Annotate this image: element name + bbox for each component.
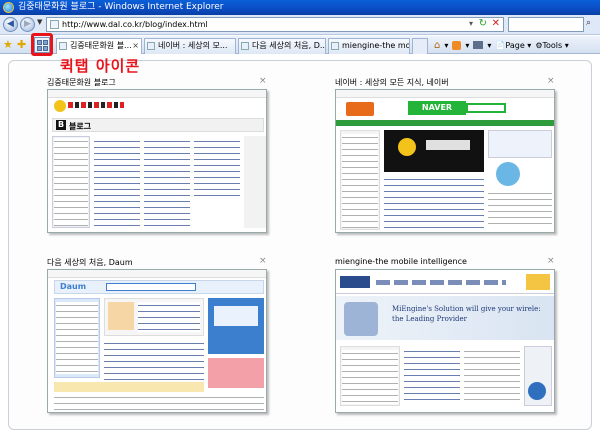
page-menu[interactable]: 📄Page ▾ (495, 41, 531, 50)
thumbnail-preview: MiEngine's Solution will give your wirel… (335, 269, 555, 413)
tab-daum[interactable]: 다음 세상의 처음, D... (238, 38, 326, 54)
add-favorite-icon[interactable]: ✚ (17, 39, 26, 50)
print-dropdown-icon[interactable]: ▾ (487, 41, 491, 50)
thumbnail-title: miengine-the mobile intelligence (335, 257, 467, 266)
thumbnail-close-icon[interactable]: × (259, 256, 267, 266)
tools-menu[interactable]: ⚙Tools ▾ (535, 41, 568, 50)
home-dropdown-icon[interactable]: ▾ (444, 41, 448, 50)
tab-page-icon (59, 42, 67, 50)
daum-logo: Daum (60, 282, 87, 291)
tab-blog[interactable]: 김중태문화원 블... × (56, 38, 142, 54)
command-bar: ⌂ ▾ ▾ ▾ 📄Page ▾ ⚙Tools ▾ (434, 38, 569, 52)
search-icon[interactable]: ⌕ (586, 18, 598, 31)
window-title: 김중태문화원 블로그 - Windows Internet Explorer (18, 2, 224, 12)
miengine-banner-text: MiEngine's Solution will give your wirel… (392, 305, 541, 323)
tab-row: ★ ✚ 김중태문화원 블... × 네이버 : 세상의 모... 다음 세상의 … (0, 36, 600, 54)
address-row: ◀ ▶ ▼ http://www.dal.co.kr/blog/index.ht… (0, 15, 600, 35)
tab-close-icon[interactable]: × (132, 39, 139, 53)
tab-page-icon (241, 42, 249, 50)
thumbnail-close-icon[interactable]: × (547, 76, 555, 86)
page-menu-label: Page (505, 40, 525, 50)
thumbnail-miengine[interactable]: miengine-the mobile intelligence × MiEng… (335, 256, 561, 417)
title-bar: 김중태문화원 블로그 - Windows Internet Explorer (0, 0, 600, 15)
new-tab-button[interactable] (412, 38, 428, 54)
naver-logo: NAVER (408, 101, 466, 115)
tab-label: miengine-the mobi... (342, 41, 409, 50)
annotation-label: 퀵탭 아이콘 (60, 57, 141, 75)
tab-miengine[interactable]: miengine-the mobi... (328, 38, 410, 54)
tab-page-icon (147, 42, 155, 50)
print-icon[interactable] (473, 41, 484, 49)
thumbnail-naver[interactable]: 네이버 : 세상의 모든 지식, 네이버 × NAVER (335, 76, 561, 237)
thumbnail-preview: B 블로그 (47, 89, 267, 233)
tab-naver[interactable]: 네이버 : 세상의 모... (144, 38, 236, 54)
thumbnail-close-icon[interactable]: × (547, 256, 555, 266)
quick-tabs-pane: 김중태문화원 블로그 × B 블로그 네이버 : 세상의 모든 지식, 네이버 … (0, 55, 600, 434)
search-input[interactable] (508, 17, 584, 32)
thumbnail-preview: Daum (47, 269, 267, 413)
thumbnail-daum[interactable]: 다음 세상의 처음, Daum × Daum (47, 256, 273, 417)
blog-heading: 블로그 (69, 122, 92, 131)
tab-label: 다음 세상의 처음, D... (252, 41, 326, 50)
thumbnail-title: 네이버 : 세상의 모든 지식, 네이버 (335, 78, 449, 87)
thumbnail-close-icon[interactable]: × (259, 76, 267, 86)
tab-label: 네이버 : 세상의 모... (158, 41, 228, 50)
quick-tabs-panel: 김중태문화원 블로그 × B 블로그 네이버 : 세상의 모든 지식, 네이버 … (8, 60, 592, 430)
feeds-icon[interactable] (452, 40, 462, 50)
thumbnail-blog[interactable]: 김중태문화원 블로그 × B 블로그 (47, 76, 273, 237)
address-dropdown-icon[interactable]: ▾ (469, 19, 473, 28)
thumbnail-title: 김중태문화원 블로그 (47, 78, 116, 87)
back-button[interactable]: ◀ (3, 17, 18, 32)
address-bar[interactable]: http://www.dal.co.kr/blog/index.html ▾ ↻… (46, 17, 504, 32)
favorites-center-icon[interactable]: ★ (3, 39, 13, 50)
feeds-dropdown-icon[interactable]: ▾ (465, 41, 469, 50)
stop-icon[interactable]: ✕ (492, 18, 500, 29)
ie-logo-icon (3, 2, 14, 13)
tab-label: 김중태문화원 블... (70, 41, 132, 50)
address-url[interactable]: http://www.dal.co.kr/blog/index.html (62, 20, 208, 29)
forward-button[interactable]: ▶ (20, 17, 35, 32)
refresh-icon[interactable]: ↻ (479, 18, 487, 29)
thumbnail-title: 다음 세상의 처음, Daum (47, 258, 133, 267)
home-icon[interactable]: ⌂ (434, 40, 440, 51)
tools-menu-label: Tools (542, 40, 563, 50)
page-icon (50, 20, 59, 29)
tab-page-icon (331, 42, 339, 50)
thumbnail-preview: NAVER (335, 89, 555, 233)
history-dropdown-icon[interactable]: ▼ (37, 18, 42, 26)
quick-tabs-highlight (31, 33, 53, 56)
